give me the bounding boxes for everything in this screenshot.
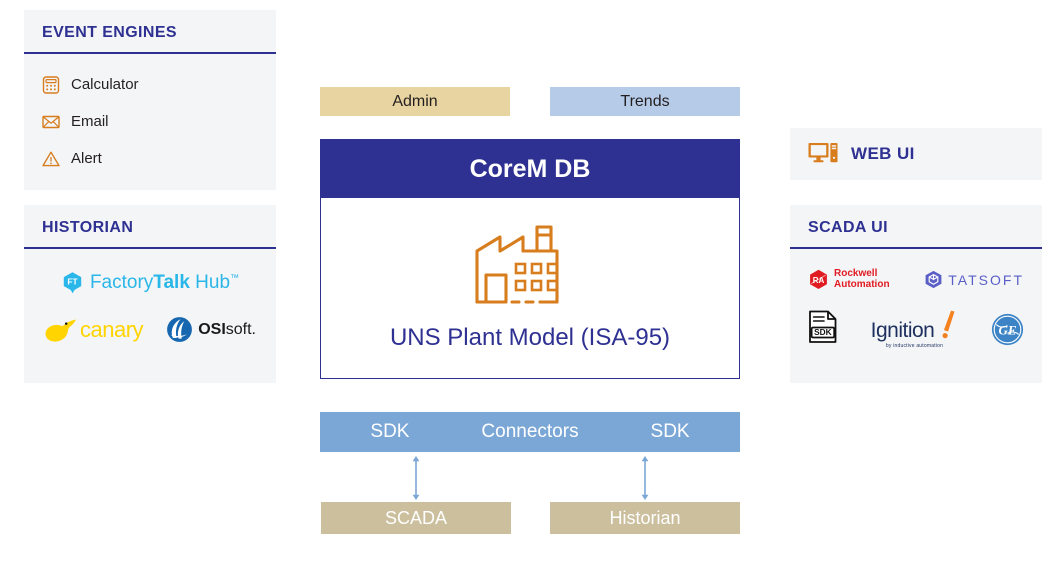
ge-monogram-icon: GE	[991, 313, 1024, 346]
connectors-label: Connectors	[481, 421, 579, 442]
tatsoft-logo[interactable]: TATSOFT	[924, 270, 1024, 289]
bottom-box-historian-label: Historian	[609, 507, 681, 528]
event-engines-list: Calculator Email Alert	[24, 54, 276, 191]
envelope-icon	[42, 113, 60, 131]
factorytalk-hub-wordmark: FactoryTalk Hub™	[89, 271, 240, 293]
scada-ui-logo-list: RA Rockwell Automation TATSOFT SDK Ignit…	[790, 249, 1042, 363]
tatsoft-wordmark: TATSOFT	[948, 271, 1024, 288]
event-engines-title: EVENT ENGINES	[42, 24, 178, 41]
event-engines-panel: EVENT ENGINES Calculator Email Alert	[24, 10, 276, 190]
bottom-box-historian[interactable]: Historian	[550, 502, 740, 534]
scada-logo-row: SDK Ignition by inductive automation GE	[808, 310, 1024, 349]
monitor-desktop-icon	[808, 143, 838, 163]
historian-title: HISTORIAN	[42, 219, 134, 236]
connectors-bar[interactable]: SDK Connectors SDK	[320, 412, 740, 452]
event-engine-label: Alert	[71, 150, 102, 167]
sdk-document-label: SDK	[814, 327, 832, 337]
connectors-sdk-left: SDK	[370, 421, 410, 442]
canary-bird-icon	[45, 319, 76, 342]
calculator-icon	[42, 75, 60, 94]
factorytalk-badge-icon: FT	[63, 272, 82, 294]
ignition-wordmark: Ignition	[870, 319, 935, 342]
event-engine-label: Email	[71, 113, 109, 130]
bottom-box-scada-label: SCADA	[384, 507, 447, 528]
sdk-document-logo[interactable]: SDK	[808, 310, 838, 349]
historian-logo-row: canary OSIsoft.	[42, 316, 258, 343]
tab-admin[interactable]: Admin	[320, 87, 510, 116]
tab-trends-label: Trends	[620, 92, 670, 110]
corem-db-body: UNS Plant Model (ISA-95)	[321, 198, 739, 378]
svg-text:GE: GE	[998, 323, 1016, 338]
event-engine-label: Calculator	[71, 76, 139, 93]
corem-db-box: CoreM DB UNS Plant Model (ISA-95)	[320, 139, 740, 379]
canary-wordmark: canary	[80, 316, 144, 342]
osisoft-wordmark: OSIsoft.	[198, 320, 256, 338]
ge-logo[interactable]: GE	[991, 313, 1024, 346]
svg-text:FT: FT	[67, 276, 78, 286]
factorytalk-hub-logo[interactable]: FT FactoryTalk Hub™	[42, 271, 258, 294]
arrow-scada-connector	[412, 456, 420, 500]
scada-ui-title: SCADA UI	[808, 219, 888, 236]
rockwell-automation-logo[interactable]: RA Rockwell Automation	[808, 268, 890, 290]
architecture-diagram: EVENT ENGINES Calculator Email Alert HIS…	[0, 0, 1059, 581]
rockwell-wordmark: Rockwell Automation	[834, 268, 890, 290]
event-engine-item-calculator[interactable]: Calculator	[42, 66, 258, 103]
web-ui-title: WEB UI	[851, 144, 915, 163]
web-ui-panel[interactable]: WEB UI	[790, 128, 1042, 180]
sdk-document-icon: SDK	[809, 310, 837, 343]
tab-trends[interactable]: Trends	[550, 87, 740, 116]
osisoft-swirl-icon	[167, 317, 193, 342]
scada-ui-panel: SCADA UI RA Rockwell Automation TATSOFT …	[790, 205, 1042, 383]
historian-logo-list: FT FactoryTalk Hub™ canary OSIsoft.	[24, 249, 276, 357]
ignition-exclamation-icon	[942, 310, 955, 339]
osisoft-logo[interactable]: OSIsoft.	[166, 316, 256, 343]
rockwell-badge-icon: RA	[810, 269, 827, 289]
ignition-tagline: by inductive automation	[885, 343, 944, 349]
factory-icon	[475, 225, 559, 304]
event-engine-item-email[interactable]: Email	[42, 103, 258, 140]
event-engine-item-alert[interactable]: Alert	[42, 140, 258, 177]
canary-logo[interactable]: canary	[44, 316, 144, 343]
tatsoft-cube-icon	[925, 270, 942, 289]
scada-logo-row: RA Rockwell Automation TATSOFT	[808, 268, 1024, 290]
warning-triangle-icon	[42, 150, 60, 168]
connectors-sdk-right: SDK	[650, 421, 690, 442]
tab-admin-label: Admin	[392, 92, 438, 110]
arrow-historian-connector	[641, 456, 649, 500]
plant-model-label: UNS Plant Model (ISA-95)	[389, 324, 671, 351]
corem-db-title: CoreM DB	[321, 140, 739, 198]
ignition-logo[interactable]: Ignition by inductive automation	[871, 310, 959, 349]
bottom-box-scada[interactable]: SCADA	[321, 502, 511, 534]
svg-text:RA: RA	[813, 276, 825, 285]
historian-panel: HISTORIAN FT FactoryTalk Hub™ canary OSI…	[24, 205, 276, 383]
